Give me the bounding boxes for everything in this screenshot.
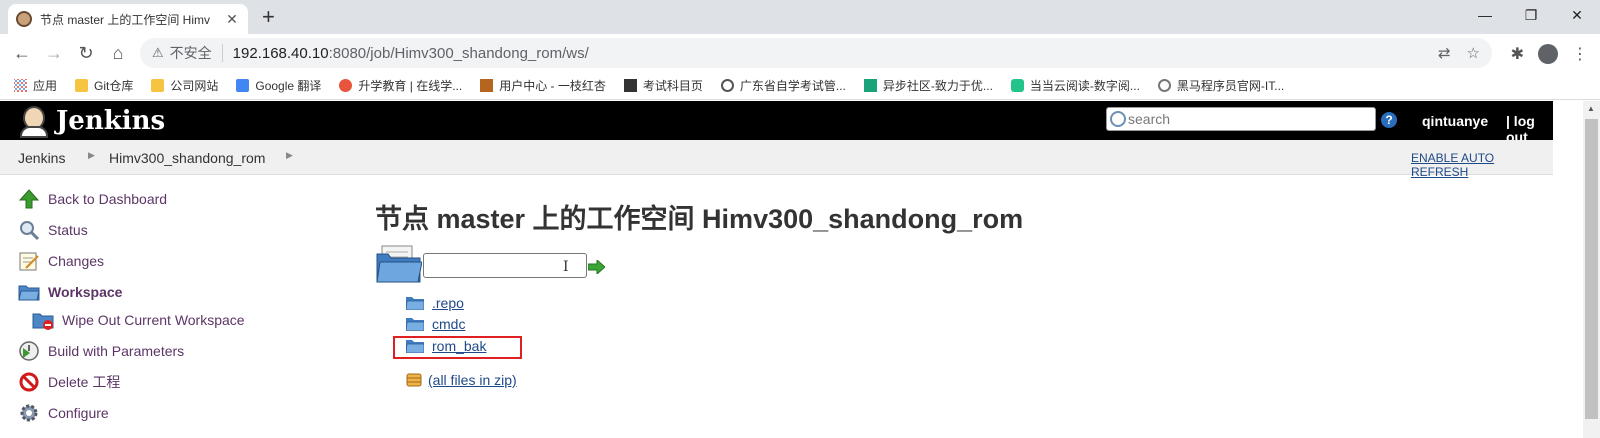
text-cursor-icon: I: [563, 259, 569, 275]
no-entry-icon: [18, 371, 40, 393]
active-tab[interactable]: 节点 master 上的工作空间 Himv ✕: [8, 4, 248, 34]
jenkins-favicon-icon: [16, 11, 32, 27]
bookmark-user-center[interactable]: 用户中心 - 一枝红杏: [480, 77, 606, 94]
list-item[interactable]: cmdc: [405, 316, 465, 332]
zip-download[interactable]: (all files in zip): [406, 372, 517, 388]
globe-icon: [720, 79, 734, 92]
highlight-box: [393, 336, 522, 359]
breadcrumb-job[interactable]: Himv300_shandong_rom: [109, 150, 265, 166]
bookmark-epubit[interactable]: 异步社区-致力于优...: [863, 77, 993, 94]
bookmark-company[interactable]: 公司网站: [151, 77, 218, 94]
tab-strip: 节点 master 上的工作空间 Himv ✕ + — ❐ ✕: [0, 0, 1600, 34]
site-icon: [623, 79, 637, 92]
menu-icon[interactable]: ⋮: [1572, 44, 1588, 64]
task-configure[interactable]: Configure: [18, 402, 109, 424]
magnifier-icon: [18, 219, 40, 241]
up-arrow-icon: [18, 188, 40, 210]
clock-play-icon: [18, 340, 40, 362]
url-path: :8080/job/Himv300_shandong_rom/ws/: [328, 44, 589, 62]
open-folder-icon: [376, 244, 423, 284]
home-button[interactable]: ⌂: [106, 41, 130, 65]
user-link[interactable]: qintuanye: [1422, 113, 1488, 129]
bookmark-apps[interactable]: 应用: [14, 77, 57, 94]
breadcrumb-arrow-icon[interactable]: ▶: [88, 150, 95, 161]
browser-toolbar: ← → ↻ ⌂ ⚠ 不安全 192.168.40.10 :8080/job/Hi…: [0, 34, 1600, 72]
breadcrumb-jenkins[interactable]: Jenkins: [18, 150, 65, 166]
url-host: 192.168.40.10: [232, 44, 329, 62]
bookmark-education[interactable]: 升学教育 | 在线学...: [339, 77, 462, 94]
reload-button[interactable]: ↻: [74, 41, 98, 65]
task-status[interactable]: Status: [18, 219, 88, 241]
close-window-button[interactable]: ✕: [1554, 0, 1600, 30]
site-icon: [863, 79, 877, 92]
folder-icon: [75, 79, 89, 92]
enable-auto-refresh-link[interactable]: ENABLE AUTO REFRESH: [1411, 151, 1553, 179]
help-icon[interactable]: ?: [1381, 112, 1397, 128]
task-workspace[interactable]: Workspace: [18, 281, 122, 303]
minimize-button[interactable]: —: [1462, 0, 1508, 30]
site-icon: [1157, 79, 1171, 92]
vertical-scrollbar[interactable]: ▲: [1583, 101, 1600, 438]
omnibox-divider: [221, 44, 223, 62]
bookmark-itheima[interactable]: 黑马程序员官网-IT...: [1157, 77, 1284, 94]
task-changes[interactable]: Changes: [18, 250, 104, 272]
task-back-to-dashboard[interactable]: Back to Dashboard: [18, 188, 167, 210]
task-delete-project[interactable]: Delete 工程: [18, 371, 120, 393]
apps-grid-icon: [14, 79, 27, 92]
bookmarks-bar: 应用 Git仓库 公司网站 Google 翻译 升学教育 | 在线学... 用户…: [0, 72, 1600, 100]
list-item[interactable]: .repo: [405, 295, 464, 311]
folder-icon: [151, 79, 165, 92]
jenkins-butler-icon: [18, 104, 50, 138]
warning-icon[interactable]: ⚠: [152, 45, 164, 61]
search-input[interactable]: [1128, 111, 1368, 127]
search-icon: [1110, 111, 1126, 127]
notepad-icon: [18, 250, 40, 272]
folder-icon: [405, 317, 425, 332]
gear-icon: [18, 402, 40, 424]
profile-avatar-icon[interactable]: [1538, 44, 1558, 64]
scrollbar-thumb[interactable]: [1585, 119, 1598, 419]
jenkins-logo-text: Jenkins: [56, 106, 166, 136]
breadcrumb-arrow-icon[interactable]: ▶: [286, 150, 293, 161]
entry-cmdc-link[interactable]: cmdc: [432, 316, 465, 332]
search-box[interactable]: [1106, 107, 1376, 131]
translate-icon[interactable]: ⇄: [1438, 44, 1451, 62]
site-icon: [339, 79, 353, 92]
extensions-icon[interactable]: ✱: [1511, 44, 1524, 64]
package-icon: [406, 373, 424, 387]
maximize-button[interactable]: ❐: [1508, 0, 1554, 30]
all-files-zip-link[interactable]: (all files in zip): [428, 372, 517, 388]
bookmark-git[interactable]: Git仓库: [75, 77, 133, 94]
entry-repo-link[interactable]: .repo: [432, 295, 464, 311]
bookmark-google-translate[interactable]: Google 翻译: [236, 77, 321, 94]
bookmark-guangdong-exam[interactable]: 广东省自学考试管...: [720, 77, 846, 94]
tab-title: 节点 master 上的工作空间 Himv: [40, 12, 211, 27]
google-translate-icon: [236, 79, 250, 92]
site-icon: [1010, 79, 1024, 92]
back-button[interactable]: ←: [10, 41, 34, 65]
task-wipe-out-workspace[interactable]: Wipe Out Current Workspace: [32, 309, 245, 331]
folder-delete-icon: [32, 309, 54, 331]
new-tab-button[interactable]: +: [262, 6, 275, 28]
jenkins-header: Jenkins ? qintuanye | log out: [0, 101, 1553, 145]
scroll-up-icon[interactable]: ▲: [1587, 104, 1595, 113]
tab-close-icon[interactable]: ✕: [224, 11, 240, 28]
bookmark-star-icon[interactable]: ☆: [1467, 44, 1480, 62]
site-icon: [480, 79, 494, 92]
folder-icon: [18, 281, 40, 303]
security-label[interactable]: 不安全: [170, 43, 212, 63]
folder-icon: [405, 296, 425, 311]
breadcrumb: Jenkins ▶ Himv300_shandong_rom ▶ ENABLE …: [0, 140, 1553, 179]
bookmark-dangdang[interactable]: 当当云阅读-数字阅...: [1010, 77, 1140, 94]
jenkins-logo[interactable]: Jenkins: [18, 104, 165, 138]
forward-button[interactable]: →: [42, 41, 66, 65]
go-arrow-icon[interactable]: [587, 258, 606, 276]
task-build-with-parameters[interactable]: Build with Parameters: [18, 340, 184, 362]
page-title: 节点 master 上的工作空间 Himv300_shandong_rom: [375, 204, 1024, 234]
bookmark-exam-subjects[interactable]: 考试科目页: [623, 77, 703, 94]
address-bar[interactable]: ⚠ 不安全 192.168.40.10 :8080/job/Himv300_sh…: [140, 38, 1492, 68]
